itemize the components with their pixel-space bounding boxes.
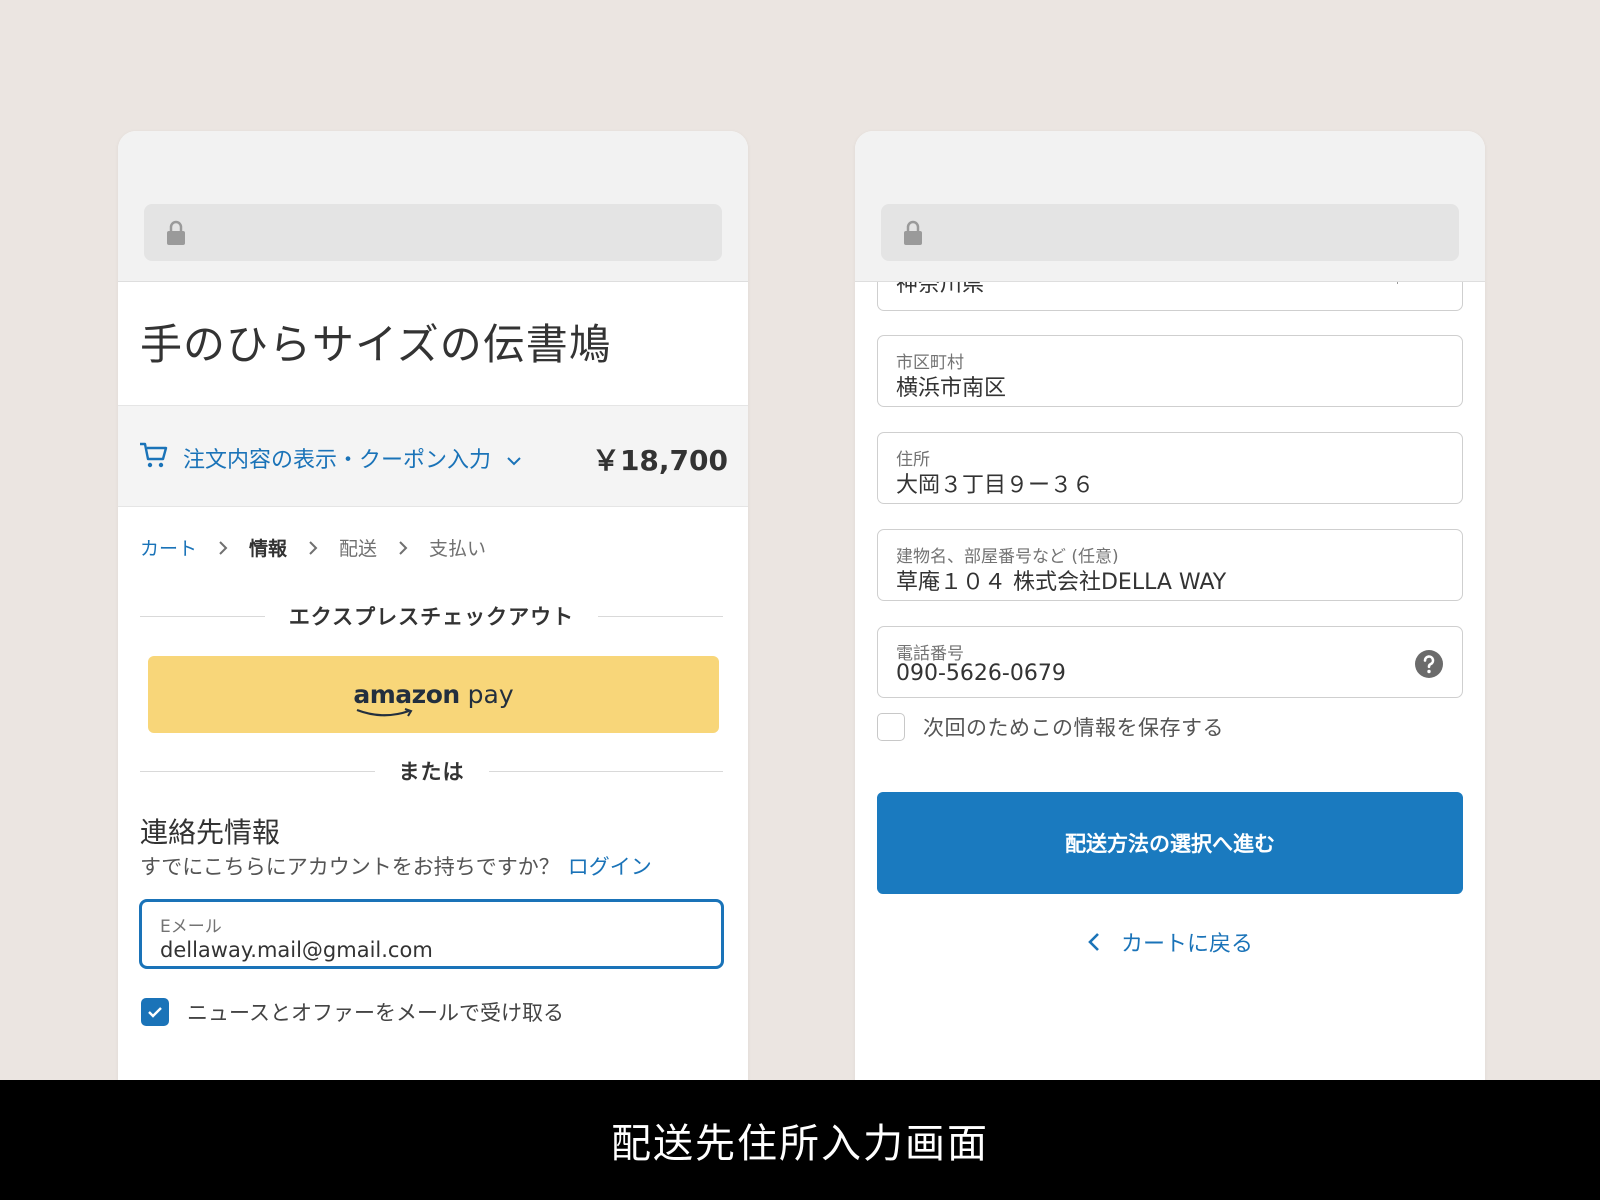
breadcrumb-info: 情報 bbox=[249, 538, 288, 560]
breadcrumb-payment: 支払い bbox=[429, 538, 487, 560]
amazon-brand: amazon bbox=[353, 680, 460, 709]
building-value: 草庵１０４ 株式会社DELLA WAY bbox=[896, 570, 1227, 595]
phone-field[interactable]: 電話番号 090-5626-0679 bbox=[877, 626, 1463, 698]
browser-toolbar bbox=[855, 131, 1485, 282]
checkmark-icon bbox=[148, 1007, 162, 1018]
login-link[interactable]: ログイン bbox=[568, 855, 652, 879]
save-info-label: 次回のためこの情報を保存する bbox=[923, 716, 1224, 740]
building-field[interactable]: 建物名、部屋番号など (任意) 草庵１０４ 株式会社DELLA WAY bbox=[877, 529, 1463, 601]
left-phone-screen: 手のひらサイズの伝書鳩 注文内容の表示・クーポン入力 ￥18,700 カート 情… bbox=[118, 131, 748, 1081]
address-value: 大岡３丁目９ー３６ bbox=[896, 473, 1095, 498]
order-total: ￥18,700 bbox=[591, 444, 728, 477]
order-summary-toggle-label: 注文内容の表示・クーポン入力 bbox=[183, 448, 492, 473]
cart-icon bbox=[140, 442, 168, 468]
amazon-pay-logo: amazon pay bbox=[353, 680, 514, 717]
return-to-cart-link[interactable]: カートに戻る bbox=[855, 926, 1485, 958]
breadcrumb-shipping: 配送 bbox=[339, 538, 378, 560]
express-checkout-label: エクスプレスチェックアウト bbox=[288, 605, 575, 629]
account-prompt-line: すでにこちらにアカウントをお持ちですか？ ログイン bbox=[140, 851, 652, 881]
city-value: 横浜市南区 bbox=[896, 376, 1007, 401]
lock-icon bbox=[904, 220, 922, 245]
divider-line bbox=[488, 770, 723, 772]
continue-to-shipping-button[interactable]: 配送方法の選択へ進む bbox=[877, 792, 1463, 894]
amazon-pay-button[interactable]: amazon pay bbox=[148, 656, 719, 733]
email-label: Eメール bbox=[160, 917, 222, 937]
express-checkout-divider: エクスプレスチェックアウト bbox=[140, 601, 723, 631]
divider-line bbox=[598, 615, 723, 617]
breadcrumb-cart[interactable]: カート bbox=[140, 534, 197, 561]
order-summary-bar[interactable]: 注文内容の表示・クーポン入力 ￥18,700 bbox=[118, 405, 748, 507]
chevron-right-icon bbox=[309, 540, 318, 555]
newsletter-checkbox[interactable] bbox=[141, 998, 169, 1026]
browser-toolbar bbox=[118, 131, 748, 282]
email-field[interactable]: Eメール dellaway.mail@gmail.com bbox=[139, 899, 724, 969]
lock-icon bbox=[167, 220, 185, 245]
store-title: 手のひらサイズの伝書鳩 bbox=[140, 320, 612, 369]
breadcrumb: カート 情報 配送 支払い bbox=[140, 534, 486, 561]
city-field[interactable]: 市区町村 横浜市南区 bbox=[877, 335, 1463, 407]
email-value: dellaway.mail@gmail.com bbox=[160, 938, 433, 962]
address-field[interactable]: 住所 大岡３丁目９ー３６ bbox=[877, 432, 1463, 504]
return-to-cart-label: カートに戻る bbox=[1120, 932, 1253, 957]
save-info-checkbox[interactable] bbox=[877, 713, 905, 741]
right-phone-screen: 神奈川県 市区町村 横浜市南区 住所 大岡３丁目９ー３６ 建物名、部屋番号など … bbox=[855, 131, 1485, 1081]
address-bar[interactable] bbox=[144, 204, 722, 261]
address-bar[interactable] bbox=[881, 204, 1459, 261]
or-label: または bbox=[398, 760, 465, 784]
chevron-right-icon bbox=[219, 540, 228, 555]
order-summary-toggle[interactable]: 注文内容の表示・クーポン入力 bbox=[183, 442, 522, 474]
save-info-option[interactable]: 次回のためこの情報を保存する bbox=[877, 712, 1224, 742]
chevron-right-icon bbox=[399, 540, 408, 555]
phone-value: 090-5626-0679 bbox=[896, 661, 1066, 686]
caption-bar: 配送先住所入力画面 bbox=[0, 1080, 1600, 1200]
divider-line bbox=[140, 770, 375, 772]
amazon-smile-icon bbox=[356, 708, 413, 717]
amazon-pay-suffix: pay bbox=[459, 680, 514, 709]
caption-text: 配送先住所入力画面 bbox=[611, 1121, 989, 1167]
newsletter-label: ニュースとオファーをメールで受け取る bbox=[187, 1001, 564, 1025]
help-icon[interactable] bbox=[1414, 649, 1444, 679]
contact-heading: 連絡先情報 bbox=[140, 816, 281, 849]
divider-line bbox=[140, 615, 265, 617]
account-prompt: すでにこちらにアカウントをお持ちですか？ bbox=[140, 855, 560, 879]
or-divider: または bbox=[140, 756, 723, 786]
newsletter-option[interactable]: ニュースとオファーをメールで受け取る bbox=[141, 997, 564, 1027]
chevron-down-icon bbox=[507, 457, 521, 466]
chevron-left-icon bbox=[1088, 933, 1099, 951]
